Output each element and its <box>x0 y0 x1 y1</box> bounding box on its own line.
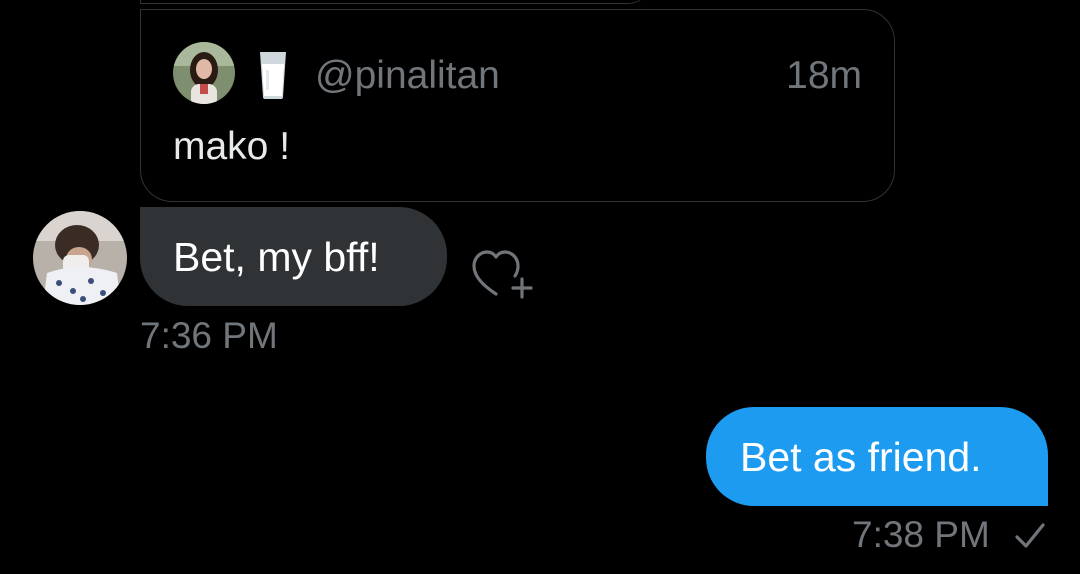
add-reaction-button[interactable] <box>468 246 536 306</box>
quoted-timestamp: 18m <box>786 54 862 97</box>
heart-plus-icon <box>472 250 533 299</box>
quoted-message-text: mako ! <box>173 125 291 168</box>
previous-message-edge <box>140 0 650 4</box>
sender-avatar[interactable] <box>33 211 127 305</box>
sent-message-text: Bet as friend. <box>740 434 982 480</box>
sent-message-bubble[interactable]: Bet as friend. <box>706 407 1048 506</box>
sent-message-timestamp: 7:38 PM <box>852 514 990 555</box>
received-message-text: Bet, my bff! <box>173 234 380 280</box>
quoted-avatar[interactable] <box>173 42 235 104</box>
quoted-message-card[interactable]: @pinalitan 18m mako ! <box>140 9 895 202</box>
check-icon <box>1013 520 1047 552</box>
received-message-bubble[interactable]: Bet, my bff! <box>140 207 447 306</box>
milk-glass-icon <box>257 50 289 100</box>
sender-avatar-image <box>33 211 127 305</box>
quoted-handle[interactable]: @pinalitan <box>315 52 500 100</box>
received-message-timestamp: 7:36 PM <box>140 315 278 356</box>
quoted-avatar-image <box>173 42 235 104</box>
